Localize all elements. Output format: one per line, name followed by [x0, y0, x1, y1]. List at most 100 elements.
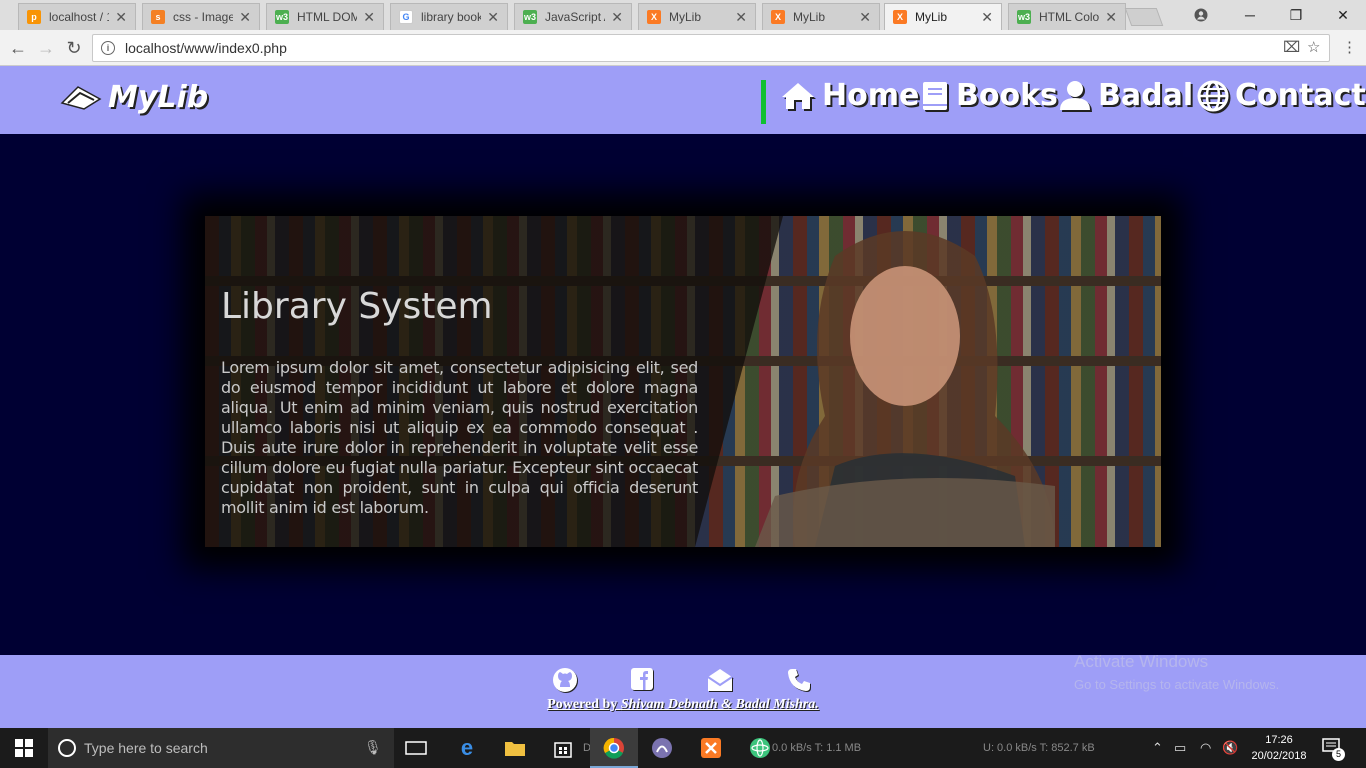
windows-taskbar: Type here to search 🎙 e DH 0.0 kB/s T: 1… — [0, 728, 1366, 768]
nav-books[interactable]: Books — [920, 78, 1058, 113]
close-icon[interactable]: ✕ — [239, 9, 251, 26]
clock-time: 17:26 — [1265, 734, 1293, 746]
search-placeholder: Type here to search — [84, 740, 208, 756]
clock-date: 20/02/2018 — [1251, 750, 1307, 762]
w3schools-icon: w3 — [1017, 10, 1031, 24]
xampp-icon: X — [647, 10, 661, 24]
footer-social-icons — [552, 667, 812, 693]
minimize-button[interactable]: ─ — [1227, 0, 1273, 30]
bookmark-star-icon[interactable]: ☆ — [1307, 38, 1320, 56]
browser-toolbar: ← → ↻ i localhost/www/index0.php ⌧ ☆ ⋮ — [0, 30, 1366, 66]
globe-icon — [1197, 80, 1229, 111]
taskbar-search[interactable]: Type here to search 🎙 — [48, 728, 394, 768]
nav-contact[interactable]: Contact — [1197, 78, 1366, 113]
start-button[interactable] — [0, 728, 48, 768]
hero-description: Lorem ipsum dolor sit amet, consectetur … — [221, 358, 698, 517]
hero-banner: Library System Lorem ipsum dolor sit ame… — [205, 216, 1161, 547]
close-icon[interactable]: ✕ — [363, 9, 375, 26]
home-icon — [782, 82, 814, 109]
tab-title: MyLib — [793, 10, 826, 24]
w3schools-icon: w3 — [275, 10, 289, 24]
info-icon[interactable]: i — [101, 41, 115, 55]
action-center-icon[interactable]: 5 — [1322, 738, 1345, 761]
net-download-stat: 0.0 kB/s T: 1.1 MB — [772, 742, 862, 754]
tab-title: localhost / 1 — [49, 10, 110, 24]
phone-icon[interactable] — [786, 667, 812, 693]
xampp-icon: X — [771, 10, 785, 24]
translate-icon[interactable]: ⌧ — [1283, 38, 1300, 56]
browser-tab[interactable]: w3 JavaScript A ✕ — [514, 3, 632, 30]
close-icon[interactable]: ✕ — [981, 9, 993, 26]
w3schools-icon: w3 — [523, 10, 537, 24]
xampp-taskbar-icon[interactable] — [699, 736, 723, 760]
maximize-button[interactable]: ❐ — [1273, 0, 1319, 30]
close-icon[interactable]: ✕ — [487, 9, 499, 26]
battery-icon[interactable]: ▭ — [1174, 740, 1186, 756]
browser-tab[interactable]: s css - Image ✕ — [142, 3, 260, 30]
close-icon[interactable]: ✕ — [735, 9, 747, 26]
hero-title: Library System — [221, 286, 493, 327]
phpmyadmin-icon: p — [27, 10, 41, 24]
address-bar[interactable]: i localhost/www/index0.php — [92, 34, 1330, 62]
forward-button[interactable]: → — [34, 36, 58, 60]
notification-count-badge: 5 — [1332, 748, 1345, 761]
system-clock[interactable]: 17:26 20/02/2018 — [1248, 732, 1310, 764]
github-icon[interactable] — [552, 667, 578, 693]
logo-text: MyLib — [108, 80, 209, 115]
atom-app-icon[interactable] — [748, 736, 772, 760]
close-icon[interactable]: ✕ — [859, 9, 871, 26]
file-explorer-icon[interactable] — [503, 736, 527, 760]
site-logo[interactable]: MyLib — [60, 80, 208, 115]
browser-tab[interactable]: w3 HTML Color ✕ — [1008, 3, 1126, 30]
volume-mute-icon[interactable]: 🔇 — [1222, 740, 1238, 756]
new-tab-button[interactable] — [1124, 8, 1164, 26]
activate-windows-title: Activate Windows — [1074, 652, 1209, 671]
book-icon — [923, 81, 947, 110]
reload-button[interactable]: ↻ — [62, 36, 86, 60]
bittorrent-icon[interactable] — [650, 736, 674, 760]
microphone-icon[interactable]: 🎙 — [364, 739, 382, 756]
chrome-icon[interactable] — [602, 736, 626, 760]
credits-names[interactable]: Shivam Debnath & Badal Mishra. — [621, 697, 819, 712]
tab-title: MyLib — [915, 10, 948, 24]
close-window-button[interactable]: ✕ — [1320, 0, 1366, 30]
profile-icon[interactable] — [1178, 0, 1224, 30]
nav-home-label: Home — [822, 78, 920, 113]
url-text: localhost/www/index0.php — [125, 40, 287, 56]
net-upload-stat: U: 0.0 kB/s T: 852.7 kB — [983, 742, 1095, 754]
footer-credits: Powered by Shivam Debnath & Badal Mishra… — [0, 697, 1366, 713]
wifi-icon[interactable]: ◠ — [1200, 740, 1211, 756]
edge-icon[interactable]: e — [455, 735, 479, 760]
hero-image: Library System Lorem ipsum dolor sit ame… — [205, 216, 1161, 547]
task-view-icon[interactable] — [404, 736, 428, 760]
browser-tab[interactable]: X MyLib ✕ — [762, 3, 880, 30]
nav-badal[interactable]: Badal — [1058, 78, 1193, 113]
browser-tab-strip: p localhost / 1 ✕ s css - Image ✕ w3 HTM… — [0, 0, 1366, 30]
browser-tab-active[interactable]: X MyLib ✕ — [884, 3, 1002, 30]
back-button[interactable]: ← — [6, 36, 30, 60]
menu-icon[interactable]: ⋮ — [1342, 38, 1357, 56]
tab-title: MyLib — [669, 10, 702, 24]
tab-title: HTML Color — [1039, 10, 1100, 24]
nav-home[interactable]: Home — [780, 78, 919, 113]
browser-tab[interactable]: w3 HTML DOM ✕ — [266, 3, 384, 30]
browser-tab[interactable]: X MyLib ✕ — [638, 3, 756, 30]
windows-logo-icon — [15, 739, 33, 757]
close-icon[interactable]: ✕ — [1105, 9, 1117, 26]
mail-icon[interactable] — [706, 667, 734, 693]
close-icon[interactable]: ✕ — [611, 9, 623, 26]
xampp-icon: X — [893, 10, 907, 24]
stackoverflow-icon: s — [151, 10, 165, 24]
tab-title: HTML DOM — [297, 10, 358, 24]
browser-tab[interactable]: G library book ✕ — [390, 3, 508, 30]
facebook-icon[interactable] — [630, 667, 654, 693]
tray-expand-icon[interactable]: ⌃ — [1152, 740, 1163, 756]
close-icon[interactable]: ✕ — [115, 9, 127, 26]
google-icon: G — [399, 10, 413, 24]
nav-books-label: Books — [956, 78, 1058, 113]
browser-tab[interactable]: p localhost / 1 ✕ — [18, 3, 136, 30]
tab-title: css - Image — [173, 10, 234, 24]
tab-title: JavaScript A — [545, 10, 606, 24]
store-icon[interactable] — [551, 736, 575, 760]
tab-title: library book — [421, 10, 482, 24]
